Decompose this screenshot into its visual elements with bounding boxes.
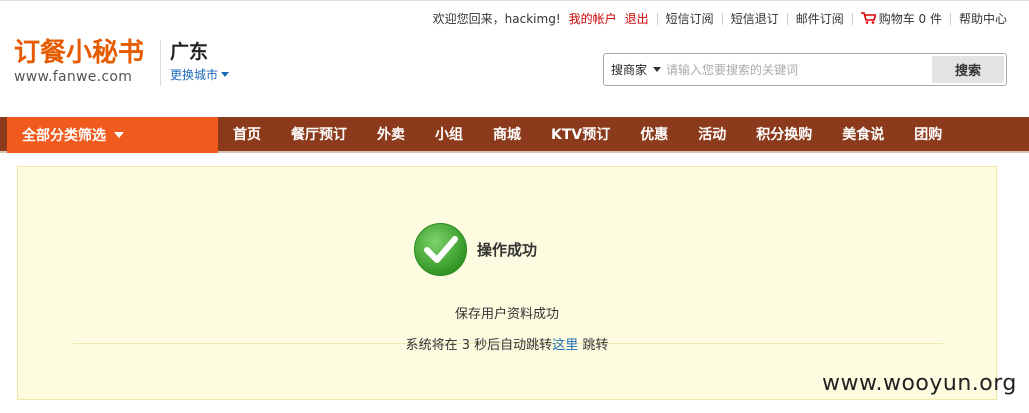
search-type-dropdown[interactable]: 搜商家 (604, 54, 666, 85)
sms-subscribe-link[interactable]: 短信订阅 (666, 10, 714, 27)
cart-label: 购物车 0 件 (878, 12, 942, 26)
nav-item-ktv[interactable]: KTV预订 (536, 117, 625, 153)
logout-link[interactable]: 退出 (625, 10, 649, 27)
divider (656, 12, 658, 25)
redirect-notice: 系统将在 3 秒后自动跳转这里 跳转 (18, 334, 996, 353)
top-bar: 欢迎您回来，hackimg! 我的帐户 退出 短信订阅 短信退订 邮件订阅 购物… (0, 0, 1029, 36)
nav-item-deals[interactable]: 优惠 (625, 117, 683, 153)
result-title: 操作成功 (477, 241, 538, 259)
result-message: 保存用户资料成功 (454, 307, 559, 322)
email-subscribe-link[interactable]: 邮件订阅 (796, 10, 844, 27)
divider (949, 12, 951, 25)
all-categories-label: 全部分类筛选 (22, 128, 106, 144)
search-input[interactable] (666, 54, 932, 85)
chevron-down-icon (653, 67, 662, 72)
nav-item-restaurant-booking[interactable]: 餐厅预订 (276, 117, 362, 153)
redirect-link[interactable]: 这里 (552, 338, 578, 353)
search-type-label: 搜商家 (611, 63, 648, 77)
success-check-icon (414, 223, 467, 276)
nav-item-mall[interactable]: 商城 (478, 117, 536, 153)
nav-item-points[interactable]: 积分换购 (741, 117, 827, 153)
nav-item-home[interactable]: 首页 (218, 117, 276, 153)
nav-item-groups[interactable]: 小组 (420, 117, 478, 153)
chevron-down-icon (114, 132, 124, 138)
site-logo[interactable]: 订餐小秘书 www.fanwe.com (14, 39, 154, 89)
search-button[interactable]: 搜索 (932, 56, 1004, 83)
chevron-down-icon (221, 72, 230, 77)
divider (786, 12, 788, 25)
cart-link[interactable]: 购物车 0 件 (860, 10, 942, 27)
my-account-link[interactable]: 我的帐户 (569, 10, 617, 27)
nav-item-takeout[interactable]: 外卖 (362, 117, 420, 153)
top-links: 欢迎您回来，hackimg! 我的帐户 退出 短信订阅 短信退订 邮件订阅 购物… (433, 10, 1007, 27)
city-selector: 广东 更换城市 (170, 40, 230, 83)
watermark: www.wooyun.org (822, 371, 1017, 396)
nav-item-group-buy[interactable]: 团购 (899, 117, 957, 153)
search-bar: 搜商家 搜索 (603, 53, 1007, 86)
redirect-suffix: 跳转 (578, 338, 609, 353)
switch-city-link[interactable]: 更换城市 (170, 66, 230, 83)
logo-title: 订餐小秘书 (14, 38, 145, 68)
logo-url: www.fanwe.com (14, 69, 133, 85)
divider (721, 12, 723, 25)
welcome-text: 欢迎您回来，hackimg! (432, 12, 561, 26)
sms-unsubscribe-link[interactable]: 短信退订 (731, 10, 779, 27)
help-center-link[interactable]: 帮助中心 (959, 10, 1007, 27)
cart-icon (860, 12, 876, 24)
nav-item-food-talk[interactable]: 美食说 (827, 117, 899, 153)
nav-items: 首页 餐厅预订 外卖 小组 商城 KTV预订 优惠 活动 积分换购 美食说 团购 (218, 117, 957, 153)
logo-divider (160, 40, 161, 86)
divider (851, 12, 853, 25)
nav-item-events[interactable]: 活动 (683, 117, 741, 153)
main-nav: 全部分类筛选 首页 餐厅预订 外卖 小组 商城 KTV预订 优惠 活动 积分换购… (0, 117, 1029, 153)
city-name: 广东 (170, 41, 209, 63)
redirect-prefix: 系统将在 3 秒后自动跳转 (405, 338, 553, 353)
success-panel: 操作成功 保存用户资料成功 系统将在 3 秒后自动跳转这里 跳转 (17, 166, 997, 400)
all-categories-button[interactable]: 全部分类筛选 (7, 117, 218, 153)
switch-city-label: 更换城市 (170, 68, 219, 82)
